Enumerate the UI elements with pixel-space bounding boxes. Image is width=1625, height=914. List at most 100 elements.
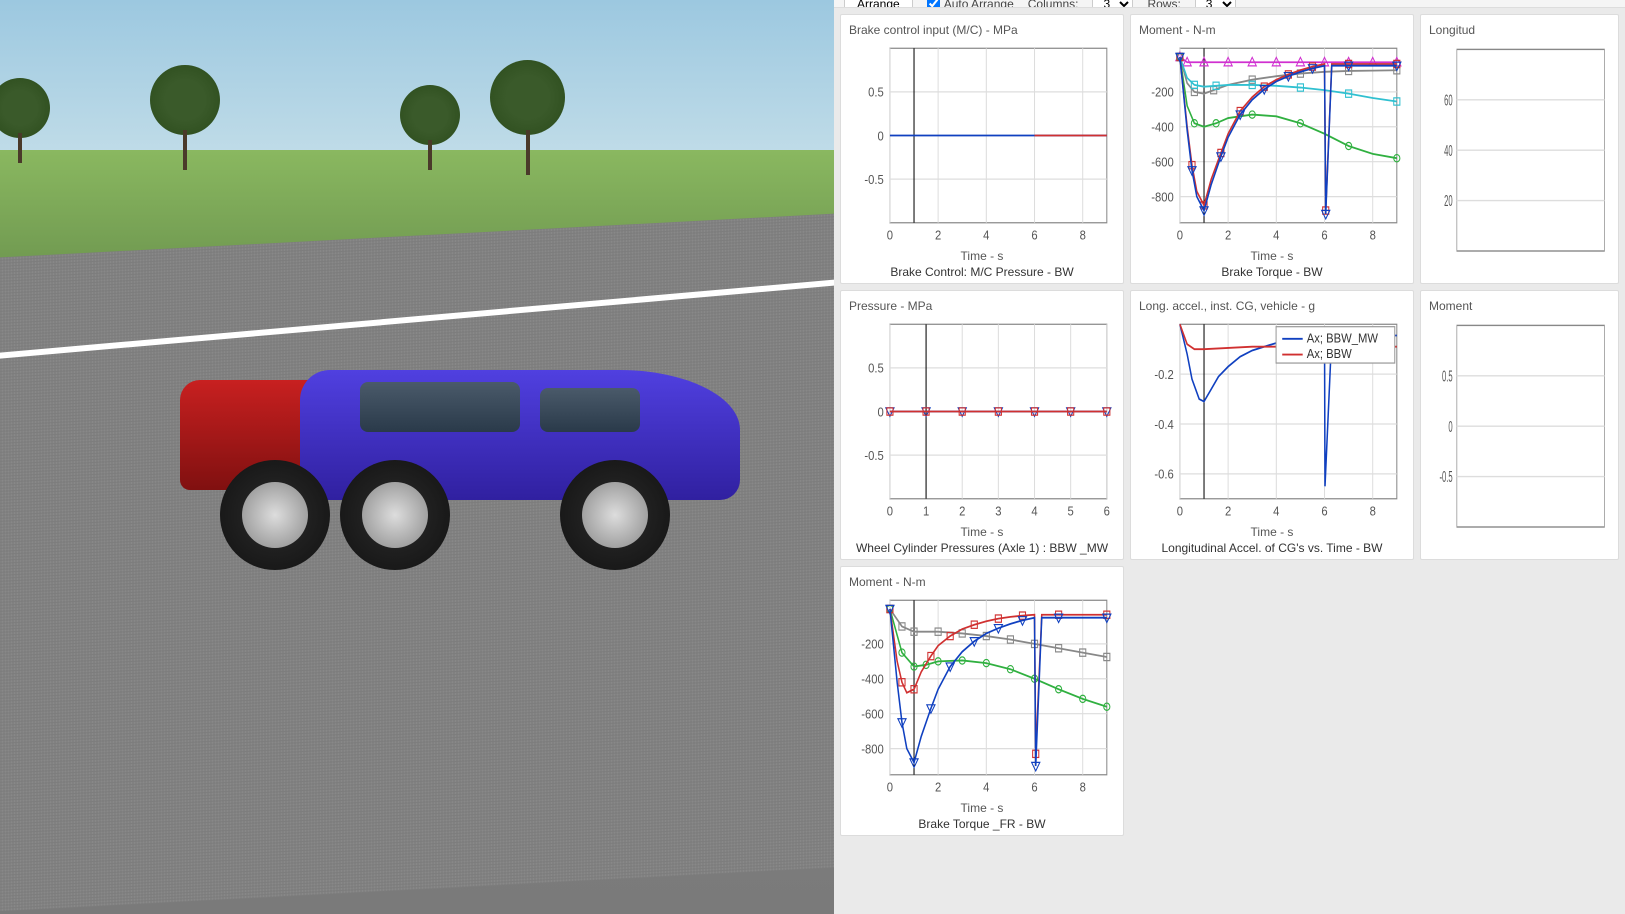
chart-ylabel: Long. accel., inst. CG, vehicle - g: [1139, 299, 1405, 313]
svg-text:6: 6: [1321, 228, 1327, 243]
chart-card-pressure[interactable]: Pressure - MPa 0 1 2 3 4 5 6 -0.5 0 0.5 Time - s Whe…: [840, 290, 1124, 560]
svg-text:8: 8: [1080, 780, 1086, 795]
svg-text:4: 4: [1273, 228, 1279, 243]
svg-text:8: 8: [1370, 504, 1376, 519]
tree: [490, 60, 565, 175]
svg-text:-200: -200: [1151, 85, 1174, 100]
columns-select[interactable]: 3: [1092, 0, 1133, 8]
arrange-button[interactable]: Arrange: [844, 0, 913, 8]
svg-text:2: 2: [935, 228, 941, 243]
svg-text:-600: -600: [861, 707, 884, 722]
plots-panel: Arrange Auto Arrange Columns: 3 Rows: 3 …: [834, 0, 1625, 914]
rows-label: Rows:: [1147, 0, 1180, 8]
svg-text:1: 1: [923, 504, 929, 519]
svg-text:4: 4: [1273, 504, 1279, 519]
svg-text:2: 2: [1225, 228, 1231, 243]
svg-text:8: 8: [1370, 228, 1376, 243]
chart-title: Brake Control: M/C Pressure - BW: [849, 265, 1115, 279]
svg-text:-200: -200: [861, 637, 884, 652]
svg-text:-0.2: -0.2: [1154, 367, 1174, 382]
chart-xlabel: Time - s: [1139, 249, 1405, 263]
chart-plot-area[interactable]: 02468-0.500.5: [849, 41, 1115, 247]
svg-text:0: 0: [878, 128, 884, 143]
chart-xlabel: Time - s: [1139, 525, 1405, 539]
columns-label: Columns:: [1028, 0, 1079, 8]
chart-title: Wheel Cylinder Pressures (Axle 1) : BBW …: [849, 541, 1115, 555]
svg-text:2: 2: [935, 780, 941, 795]
auto-arrange-label: Auto Arrange: [944, 0, 1014, 8]
auto-arrange-input[interactable]: [927, 0, 940, 8]
svg-text:-0.6: -0.6: [1154, 467, 1174, 482]
rows-select[interactable]: 3: [1195, 0, 1236, 8]
chart-title: Brake Torque - BW: [1139, 265, 1405, 279]
svg-text:2: 2: [1225, 504, 1231, 519]
svg-text:6: 6: [1031, 780, 1037, 795]
svg-text:0: 0: [887, 228, 893, 243]
svg-text:0: 0: [887, 780, 893, 795]
tree: [150, 65, 220, 170]
charts-grid: Brake control input (M/C) - MPa 0 2 4 6 8 -0.5…: [834, 8, 1625, 914]
vehicle-model: [180, 360, 740, 540]
tree: [400, 85, 460, 170]
svg-text:Ax; BBW: Ax; BBW: [1307, 346, 1352, 361]
chart-ylabel: Moment: [1429, 299, 1610, 313]
auto-arrange-checkbox[interactable]: Auto Arrange: [927, 0, 1014, 8]
wheel: [220, 460, 330, 570]
chart-plot-area[interactable]: 20 40 60: [1429, 41, 1610, 279]
tree: [0, 78, 50, 163]
chart-card-longitudinal_partial[interactable]: Longitud 20 40 60: [1420, 14, 1619, 284]
svg-text:-0.5: -0.5: [864, 448, 884, 463]
chart-plot-area[interactable]: 0 1 2 3 4 5 6 -0.5 0 0.5: [849, 317, 1115, 523]
svg-text:60: 60: [1444, 91, 1453, 109]
chart-card-moment_partial[interactable]: Moment -0.5 0 0.5: [1420, 290, 1619, 560]
chart-plot-area[interactable]: 0 2 4 6 8 -800 -600 -400 -200: [1139, 41, 1405, 247]
svg-text:4: 4: [983, 780, 989, 795]
svg-text:40: 40: [1444, 142, 1453, 160]
svg-text:0: 0: [878, 404, 884, 419]
chart-ylabel: Moment - N-m: [849, 575, 1115, 589]
svg-text:0.5: 0.5: [1442, 367, 1453, 385]
svg-text:0: 0: [1448, 418, 1452, 436]
svg-text:5: 5: [1068, 504, 1074, 519]
svg-text:-400: -400: [1151, 120, 1174, 135]
chart-xlabel: Time - s: [849, 525, 1115, 539]
wheel: [340, 460, 450, 570]
svg-text:0: 0: [887, 504, 893, 519]
svg-text:6: 6: [1031, 228, 1037, 243]
plots-toolbar: Arrange Auto Arrange Columns: 3 Rows: 3: [834, 0, 1625, 8]
chart-ylabel: Longitud: [1429, 23, 1610, 37]
wheel: [560, 460, 670, 570]
chart-card-moment_torque[interactable]: Moment - N-m 0 2 4 6 8 -800 -600 -400 -200 Time - …: [1130, 14, 1414, 284]
svg-text:4: 4: [983, 228, 989, 243]
chart-card-brake_control[interactable]: Brake control input (M/C) - MPa 0 2 4 6 8 -0.5…: [840, 14, 1124, 284]
svg-text:2: 2: [959, 504, 965, 519]
simulation-3d-view[interactable]: [0, 0, 834, 914]
svg-text:-0.5: -0.5: [1439, 468, 1452, 486]
svg-text:0: 0: [1177, 228, 1183, 243]
chart-card-brake_torque_fr[interactable]: Moment - N-m 0 2 4 6 8 -800 -600 -400 -200 Time - …: [840, 566, 1124, 836]
svg-text:4: 4: [1031, 504, 1037, 519]
svg-text:-800: -800: [1151, 190, 1174, 205]
svg-text:0: 0: [1177, 504, 1183, 519]
chart-ylabel: Brake control input (M/C) - MPa: [849, 23, 1115, 37]
chart-plot-area[interactable]: 0 2 4 6 8 -0.6 -0.4 -0.2 Ax; BBW_MWAx; BBW: [1139, 317, 1405, 523]
svg-text:8: 8: [1080, 228, 1086, 243]
chart-plot-area[interactable]: -0.5 0 0.5: [1429, 317, 1610, 555]
svg-text:6: 6: [1321, 504, 1327, 519]
chart-card-long_accel[interactable]: Long. accel., inst. CG, vehicle - g 0 2 4 6 8…: [1130, 290, 1414, 560]
svg-text:0.5: 0.5: [868, 361, 884, 376]
svg-text:-0.5: -0.5: [864, 172, 884, 187]
chart-ylabel: Pressure - MPa: [849, 299, 1115, 313]
svg-text:20: 20: [1444, 192, 1453, 210]
svg-text:6: 6: [1104, 504, 1110, 519]
chart-xlabel: Time - s: [849, 801, 1115, 815]
svg-text:-0.4: -0.4: [1154, 417, 1174, 432]
chart-plot-area[interactable]: 0 2 4 6 8 -800 -600 -400 -200: [849, 593, 1115, 799]
chart-ylabel: Moment - N-m: [1139, 23, 1405, 37]
svg-text:-400: -400: [861, 672, 884, 687]
svg-text:-600: -600: [1151, 155, 1174, 170]
svg-text:3: 3: [995, 504, 1001, 519]
svg-text:-800: -800: [861, 742, 884, 757]
svg-text:Ax; BBW_MW: Ax; BBW_MW: [1307, 331, 1379, 346]
chart-xlabel: Time - s: [849, 249, 1115, 263]
